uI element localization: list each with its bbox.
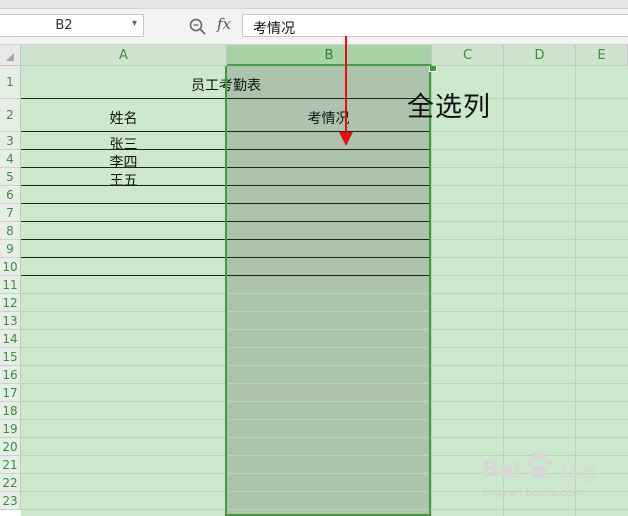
fill-handle[interactable] xyxy=(429,66,437,72)
row-header-5[interactable]: 5 xyxy=(0,168,21,186)
formula-value: 考情况 xyxy=(253,21,295,37)
row-header-19[interactable]: 19 xyxy=(0,420,21,438)
cell-name-2[interactable]: 李四 xyxy=(21,152,226,172)
selection-border xyxy=(225,66,431,516)
select-all-icon xyxy=(6,53,14,61)
row-header-15[interactable]: 15 xyxy=(0,348,21,366)
arrow-down-icon xyxy=(339,36,353,146)
row-header-10[interactable]: 10 xyxy=(0,258,21,276)
row-header-8[interactable]: 8 xyxy=(0,222,21,240)
column-header-d[interactable]: D xyxy=(504,45,576,66)
name-box[interactable]: B2 ▾ xyxy=(0,14,144,37)
column-header-a[interactable]: A xyxy=(21,45,227,66)
row-header-3[interactable]: 3 xyxy=(0,132,21,150)
cell-area[interactable]: 员工考勤表 姓名 考情况 张三 李四 王五 xyxy=(21,66,628,516)
row-header-14[interactable]: 14 xyxy=(0,330,21,348)
formula-input[interactable]: 考情况 xyxy=(242,14,628,37)
row-header-21[interactable]: 21 xyxy=(0,456,21,474)
paw-icon xyxy=(526,452,553,479)
cell-header-name[interactable]: 姓名 xyxy=(21,108,226,128)
row-header-13[interactable]: 13 xyxy=(0,312,21,330)
grid-vline xyxy=(503,66,504,516)
row-header-1[interactable]: 1 xyxy=(0,66,21,99)
grid-vline xyxy=(575,66,576,516)
spreadsheet-grid: A B C D E 1 2 3 4 5 6 7 8 9 10 11 12 13 14 15 16 17 18 19 2… xyxy=(0,45,628,516)
row-header-22[interactable]: 22 xyxy=(0,474,21,492)
row-header-18[interactable]: 18 xyxy=(0,402,21,420)
cell-name-1[interactable]: 张三 xyxy=(21,134,226,154)
row-header-2[interactable]: 2 xyxy=(0,99,21,132)
row-header-16[interactable]: 16 xyxy=(0,366,21,384)
column-header-c[interactable]: C xyxy=(432,45,504,66)
window-top-strip xyxy=(0,0,628,9)
grid-vline xyxy=(431,66,432,516)
row-header-11[interactable]: 11 xyxy=(0,276,21,294)
chevron-down-icon[interactable]: ▾ xyxy=(132,18,137,29)
row-header-20[interactable]: 20 xyxy=(0,438,21,456)
row-header-12[interactable]: 12 xyxy=(0,294,21,312)
formula-bar: B2 ▾ fx 考情况 xyxy=(0,9,628,45)
function-icon[interactable]: fx xyxy=(217,15,231,33)
row-header-9[interactable]: 9 xyxy=(0,240,21,258)
row-header-17[interactable]: 17 xyxy=(0,384,21,402)
name-box-value: B2 xyxy=(55,18,73,33)
row-header-4[interactable]: 4 xyxy=(0,150,21,168)
watermark-brand: Bai xyxy=(482,458,522,483)
watermark-jingyan: 经验 xyxy=(560,464,599,486)
column-header-b[interactable]: B xyxy=(227,45,432,66)
annotation-text: 全选列 xyxy=(407,92,491,123)
select-all-corner[interactable] xyxy=(0,45,21,66)
baidu-watermark: Bai 经验 jingyan.baidu.com xyxy=(470,450,620,510)
watermark-url: jingyan.baidu.com xyxy=(482,486,584,499)
zoom-icon[interactable] xyxy=(188,17,208,37)
row-header-7[interactable]: 7 xyxy=(0,204,21,222)
row-header-23[interactable]: 23 xyxy=(0,492,21,510)
column-header-e[interactable]: E xyxy=(576,45,628,66)
row-header-6[interactable]: 6 xyxy=(0,186,21,204)
cell-name-3[interactable]: 王五 xyxy=(21,170,226,190)
